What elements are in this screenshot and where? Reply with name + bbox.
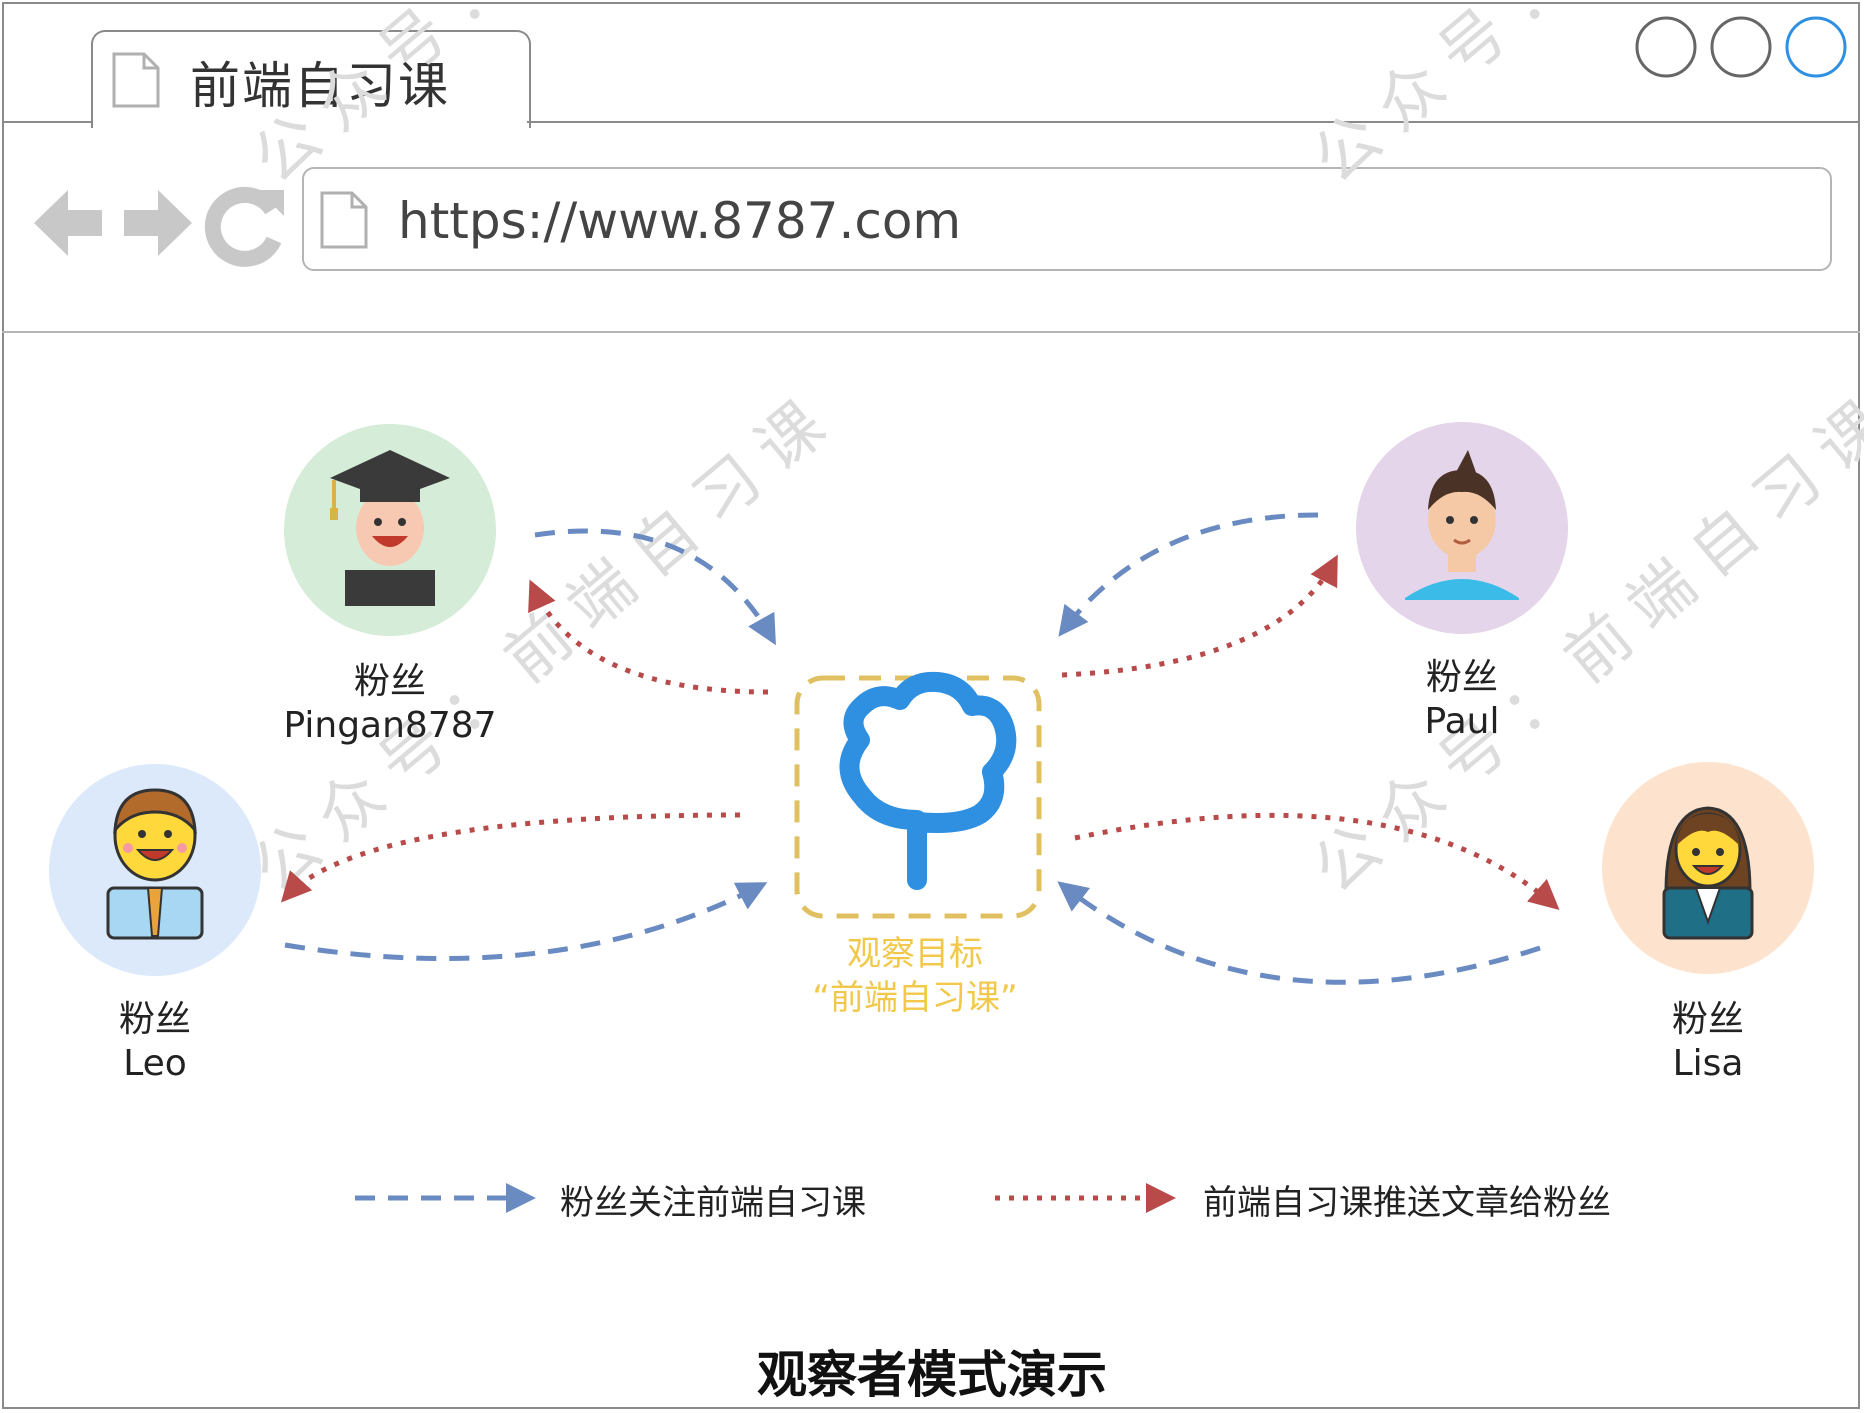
observer-target-name: “前端自习课” [812,978,1018,1018]
fan-role: 粉丝 [1425,657,1498,698]
follow-arrow-paul [1058,512,1319,637]
fan-name: Pingan8787 [283,705,497,746]
fan-name: Leo [123,1043,187,1084]
follow-arrow-pingan8787 [534,528,776,646]
diagram-caption: 观察者模式演示 [757,1346,1107,1404]
fan-role: 粉丝 [353,661,426,702]
legend-follow-label: 粉丝关注前端自习课 [560,1183,866,1223]
fan-label-pingan8787: 粉丝 Pingan8787 [240,660,540,748]
fan-name: Paul [1424,701,1500,742]
avatar-paul [1356,422,1568,634]
push-arrow-paul [1061,554,1338,678]
fan-label-leo: 粉丝 Leo [5,998,305,1086]
follow-arrow-leo [284,882,768,961]
fan-role: 粉丝 [118,999,191,1040]
push-arrow-leo [280,812,741,903]
follow-arrow-lisa [1057,881,1541,985]
observer-target-title: 观察目标 [847,934,983,974]
avatar-lisa [1602,762,1814,974]
push-arrow-lisa [1074,812,1560,910]
legend-push-label: 前端自习课推送文章给粉丝 [1203,1183,1611,1223]
fan-label-lisa: 粉丝 Lisa [1558,998,1858,1086]
fan-role: 粉丝 [1671,999,1744,1040]
avatar-pingan8787 [284,424,496,636]
fan-label-paul: 粉丝 Paul [1312,656,1612,744]
tree-logo-icon [839,671,1017,890]
fan-name: Lisa [1672,1043,1744,1084]
avatar-leo [49,764,261,976]
observer-target-label: 观察目标 “前端自习课” [770,932,1060,1020]
push-arrow-pingan8787 [528,579,769,695]
